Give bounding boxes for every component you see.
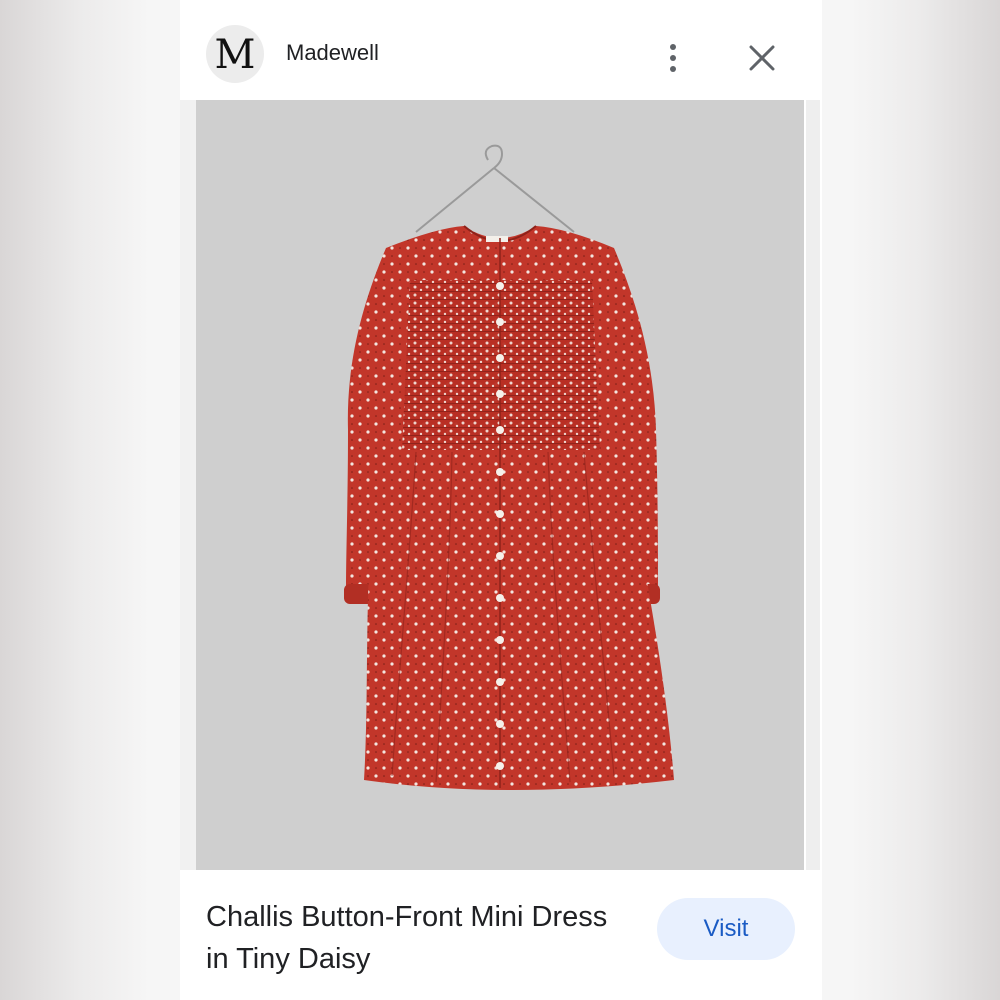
close-button[interactable] [742,38,782,78]
product-title-line-2: in Tiny Daisy [206,943,371,975]
brand-logo[interactable]: M [206,25,264,83]
product-title[interactable]: Challis Button-Front Mini Dress in Tiny … [206,896,646,980]
hanger [415,144,575,233]
image-right-edge [806,100,820,870]
visit-button[interactable]: Visit [657,898,795,960]
close-icon [749,45,775,71]
skirt [364,450,674,790]
brand-name[interactable]: Madewell [286,40,379,66]
logo-letter: M [214,32,256,78]
more-vert-icon-dot [670,55,676,61]
result-sheet: M Madewell Challis Button-Front Mini Dre… [180,0,822,1000]
more-options-button[interactable] [658,38,688,78]
more-vert-icon-dot [670,66,676,72]
product-title-line-1: Challis Button-Front Mini Dress [206,901,608,933]
dress-illustration [344,144,674,790]
more-vert-icon [670,44,676,50]
product-image[interactable] [196,100,804,870]
image-left-edge [180,100,196,870]
smocked-panel [402,280,600,450]
header: M Madewell [180,0,822,100]
